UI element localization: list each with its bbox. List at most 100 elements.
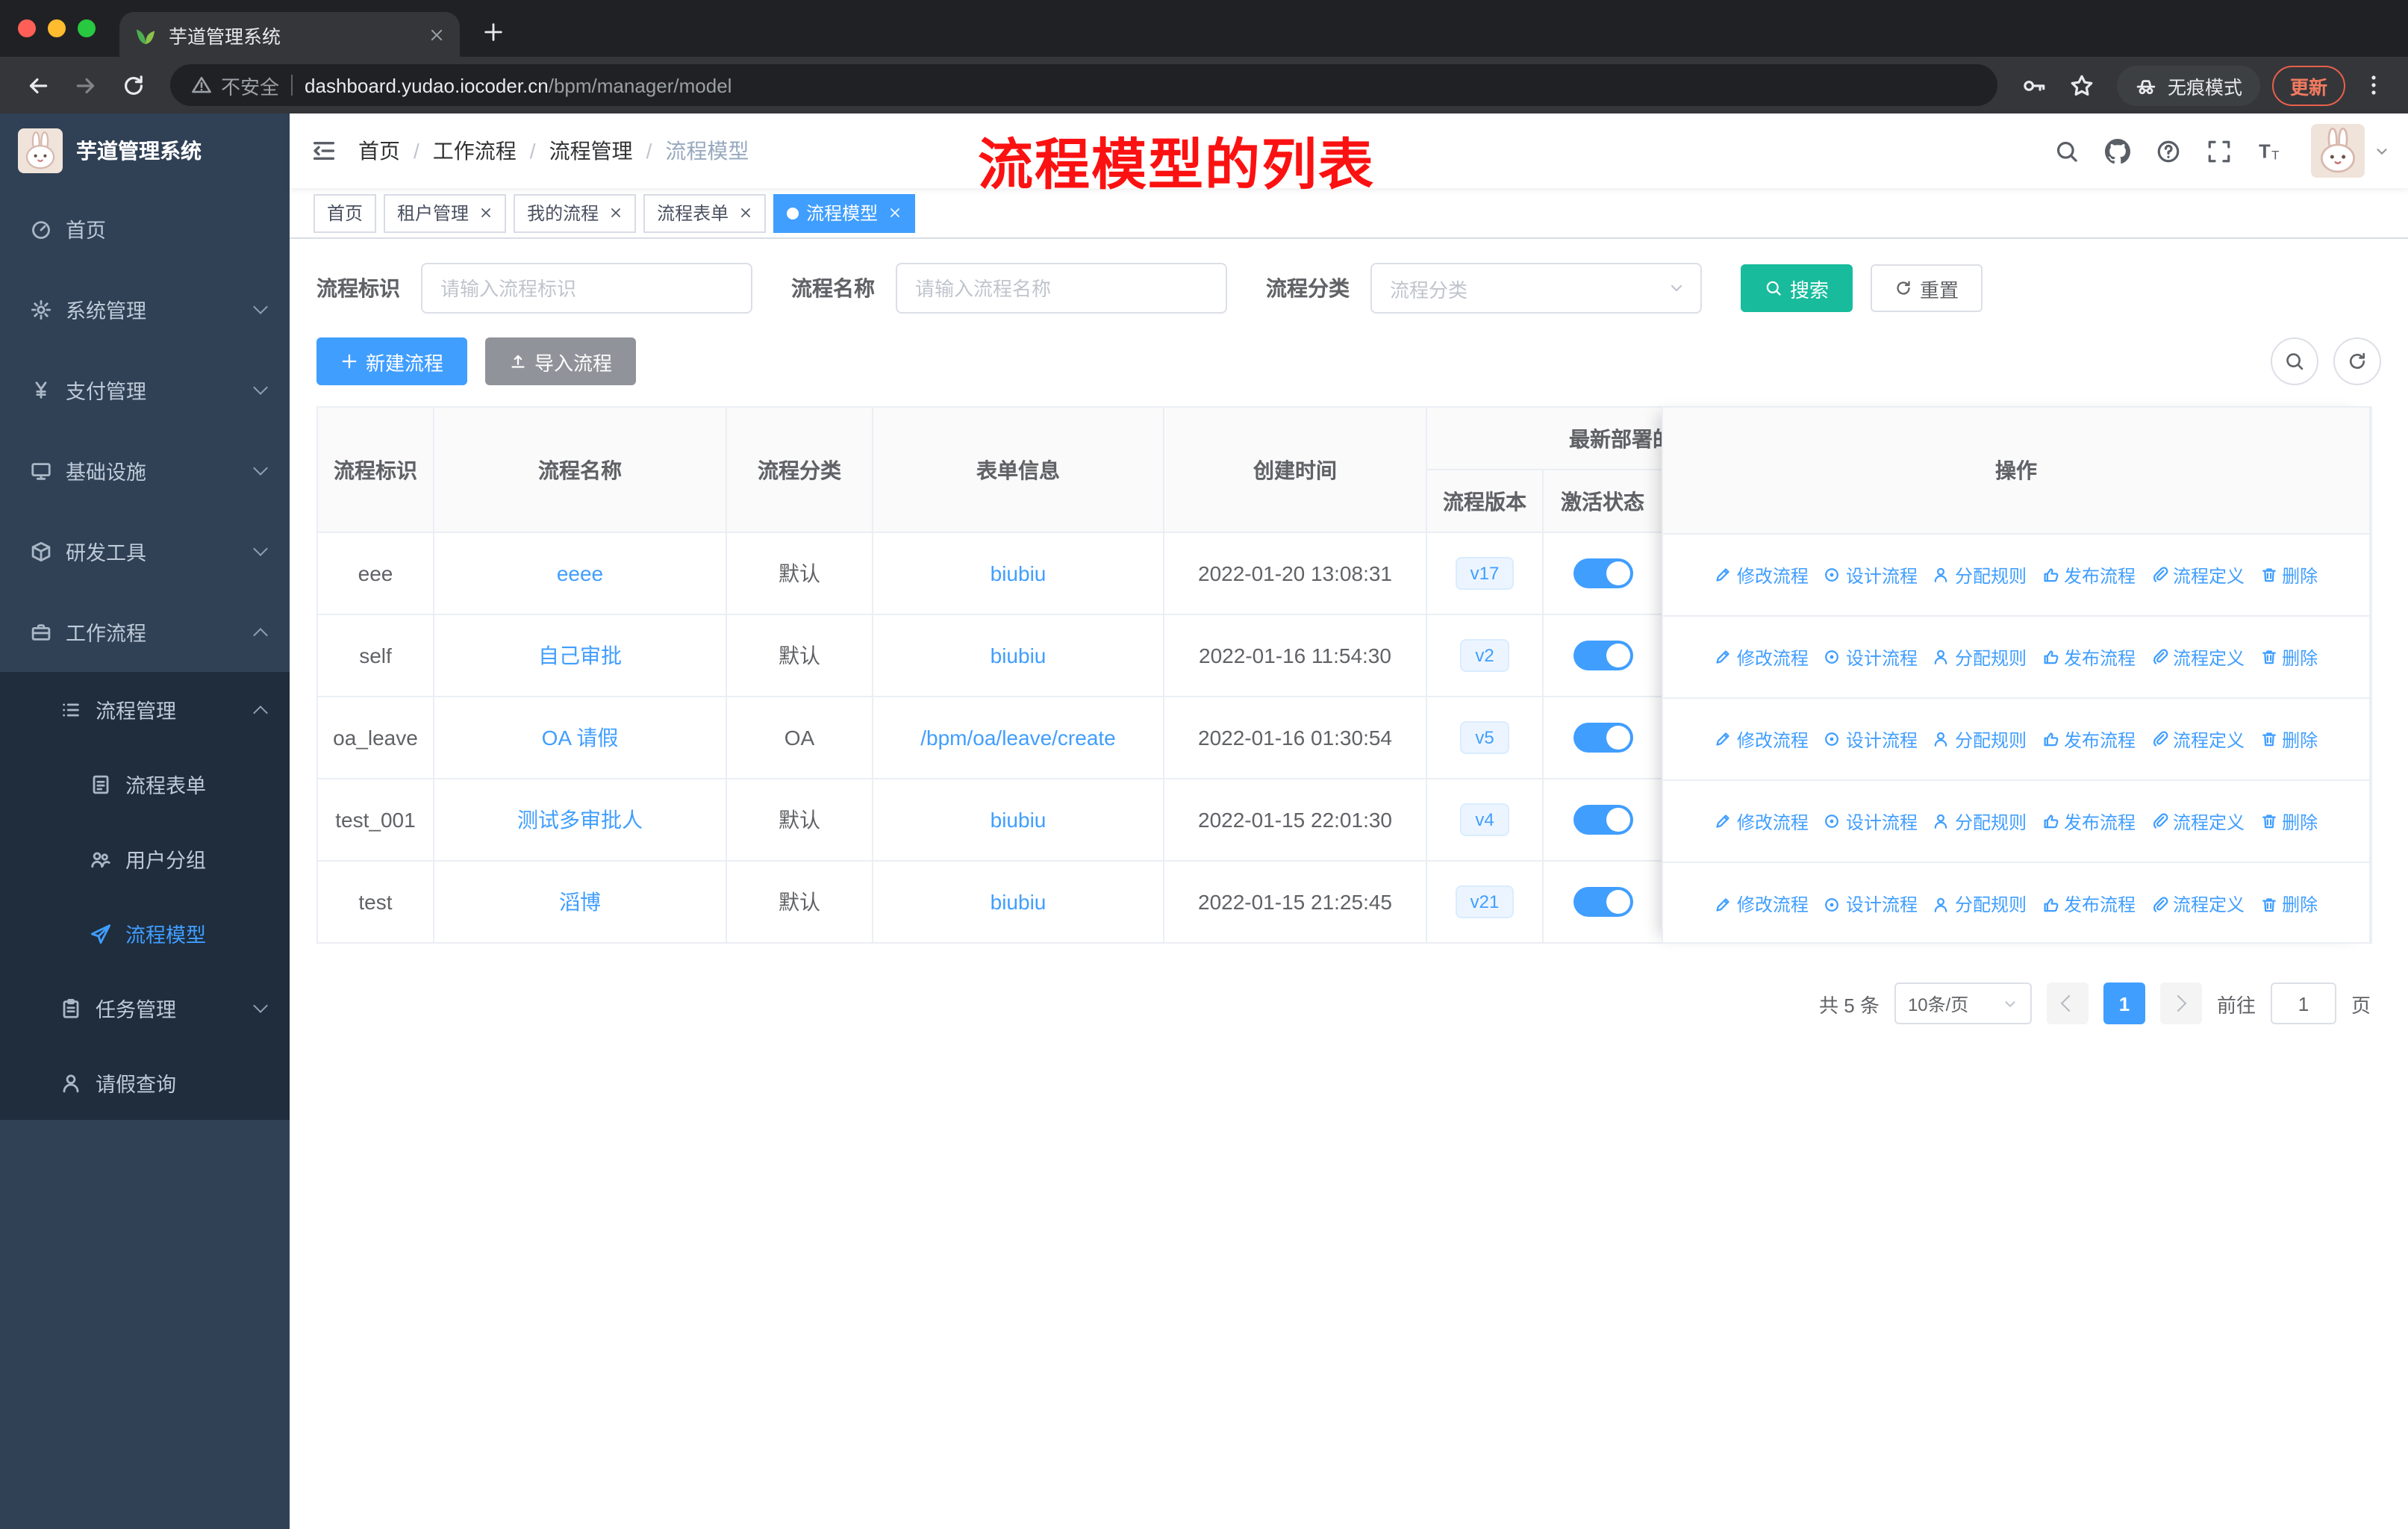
close-window-button[interactable]	[18, 19, 36, 37]
op-process-definition-link[interactable]: 流程定义	[2150, 644, 2245, 670]
process-name-link[interactable]: 自己审批	[538, 644, 622, 667]
form-link[interactable]: biubiu	[991, 561, 1047, 585]
op-process-definition-link[interactable]: 流程定义	[2150, 891, 2245, 917]
fullscreen-button[interactable]	[2195, 127, 2242, 175]
tag-close-icon[interactable]	[479, 206, 493, 219]
refresh-table-button[interactable]	[2333, 337, 2381, 385]
new-tab-button[interactable]	[472, 10, 514, 52]
sidebar-item-process-management[interactable]: 流程管理	[0, 672, 290, 747]
forward-button[interactable]	[63, 63, 107, 108]
sidebar-item-task-management[interactable]: 任务管理	[0, 971, 290, 1045]
op-publish-process-link[interactable]: 发布流程	[2042, 644, 2136, 670]
address-bar[interactable]: 不安全 dashboard.yudao.iocoder.cn/bpm/manag…	[170, 64, 1997, 106]
prev-page-button[interactable]	[2046, 983, 2089, 1024]
back-button[interactable]	[15, 63, 60, 108]
sidebar-item-payment[interactable]: 支付管理	[0, 349, 290, 430]
op-publish-process-link[interactable]: 发布流程	[2042, 726, 2136, 752]
browser-menu-button[interactable]	[2354, 66, 2393, 105]
user-avatar[interactable]	[2311, 124, 2365, 178]
tag-my-process[interactable]: 我的流程	[514, 193, 637, 232]
category-select[interactable]: 流程分类	[1370, 263, 1702, 314]
active-toggle[interactable]	[1573, 558, 1632, 588]
sidebar-item-devtools[interactable]: 研发工具	[0, 511, 290, 591]
sidebar-item-infrastructure[interactable]: 基础设施	[0, 430, 290, 511]
tag-process-form[interactable]: 流程表单	[643, 193, 767, 232]
op-modify-process-link[interactable]: 修改流程	[1715, 809, 1809, 834]
tag-process-model[interactable]: 流程模型	[773, 193, 916, 232]
process-key-input[interactable]	[421, 263, 752, 314]
op-design-process-link[interactable]: 设计流程	[1824, 891, 1918, 917]
search-button[interactable]: 搜索	[1741, 264, 1853, 312]
op-design-process-link[interactable]: 设计流程	[1824, 809, 1918, 834]
op-process-definition-link[interactable]: 流程定义	[2150, 809, 2245, 834]
op-publish-process-link[interactable]: 发布流程	[2042, 891, 2136, 917]
sidebar-item-home[interactable]: 首页	[0, 188, 290, 269]
op-delete-link[interactable]: 删除	[2259, 726, 2318, 752]
breadcrumb-item-process-management[interactable]: 流程管理	[549, 136, 633, 166]
font-size-button[interactable]: TT	[2245, 127, 2293, 175]
import-process-button[interactable]: 导入流程	[485, 337, 637, 385]
op-modify-process-link[interactable]: 修改流程	[1715, 562, 1809, 588]
form-link[interactable]: biubiu	[991, 890, 1047, 914]
op-design-process-link[interactable]: 设计流程	[1824, 644, 1918, 670]
security-indicator[interactable]: 不安全	[191, 71, 279, 99]
op-assign-rule-link[interactable]: 分配规则	[1933, 726, 2027, 752]
goto-page-input[interactable]	[2270, 983, 2336, 1024]
tag-tenant[interactable]: 租户管理	[384, 193, 507, 232]
breadcrumb-item-home[interactable]: 首页	[358, 136, 400, 166]
reload-button[interactable]	[110, 63, 155, 108]
sidebar-item-user-group[interactable]: 用户分组	[0, 821, 290, 896]
sidebar-item-leave-query[interactable]: 请假查询	[0, 1045, 290, 1120]
process-name-link[interactable]: eeee	[557, 561, 603, 585]
op-modify-process-link[interactable]: 修改流程	[1715, 891, 1809, 917]
sidebar-item-workflow[interactable]: 工作流程	[0, 591, 290, 672]
reset-button[interactable]: 重置	[1871, 264, 1983, 312]
help-button[interactable]	[2144, 127, 2192, 175]
op-design-process-link[interactable]: 设计流程	[1824, 562, 1918, 588]
process-name-link[interactable]: OA 请假	[542, 726, 619, 750]
process-name-link[interactable]: 测试多审批人	[517, 808, 643, 832]
op-assign-rule-link[interactable]: 分配规则	[1933, 644, 2027, 670]
op-assign-rule-link[interactable]: 分配规则	[1933, 891, 2027, 917]
op-process-definition-link[interactable]: 流程定义	[2150, 726, 2245, 752]
op-assign-rule-link[interactable]: 分配规则	[1933, 562, 2027, 588]
op-assign-rule-link[interactable]: 分配规则	[1933, 809, 2027, 834]
tag-home[interactable]: 首页	[314, 193, 377, 232]
browser-update-button[interactable]: 更新	[2271, 65, 2345, 105]
sidebar-toggle-button[interactable]	[290, 113, 358, 188]
tag-close-icon[interactable]	[609, 206, 623, 219]
browser-tab[interactable]: 芋道管理系统	[119, 12, 460, 57]
form-link[interactable]: biubiu	[991, 644, 1047, 667]
sidebar-item-system[interactable]: 系统管理	[0, 269, 290, 349]
tag-close-icon[interactable]	[888, 206, 902, 219]
active-toggle[interactable]	[1573, 641, 1632, 670]
op-delete-link[interactable]: 删除	[2259, 891, 2318, 917]
form-link[interactable]: biubiu	[991, 808, 1047, 832]
form-link[interactable]: /bpm/oa/leave/create	[920, 726, 1116, 750]
page-size-select[interactable]: 10条/页	[1894, 983, 2032, 1024]
op-process-definition-link[interactable]: 流程定义	[2150, 562, 2245, 588]
active-toggle[interactable]	[1573, 805, 1632, 835]
bookmark-star-button[interactable]	[2060, 63, 2105, 108]
active-toggle[interactable]	[1573, 887, 1632, 917]
breadcrumb-item-workflow[interactable]: 工作流程	[433, 136, 517, 166]
github-link[interactable]	[2093, 127, 2141, 175]
process-name-link[interactable]: 滔博	[559, 890, 601, 914]
password-key-button[interactable]	[2012, 63, 2057, 108]
op-modify-process-link[interactable]: 修改流程	[1715, 644, 1809, 670]
tab-close-icon[interactable]	[428, 26, 445, 43]
toggle-search-button[interactable]	[2271, 337, 2318, 385]
op-modify-process-link[interactable]: 修改流程	[1715, 726, 1809, 752]
app-logo[interactable]: 芋道管理系统	[0, 113, 290, 188]
op-publish-process-link[interactable]: 发布流程	[2042, 809, 2136, 834]
op-publish-process-link[interactable]: 发布流程	[2042, 562, 2136, 588]
op-design-process-link[interactable]: 设计流程	[1824, 726, 1918, 752]
sidebar-item-process-form[interactable]: 流程表单	[0, 747, 290, 821]
tag-close-icon[interactable]	[739, 206, 752, 219]
create-process-button[interactable]: 新建流程	[316, 337, 468, 385]
zoom-window-button[interactable]	[78, 19, 96, 37]
active-toggle[interactable]	[1573, 723, 1632, 753]
op-delete-link[interactable]: 删除	[2259, 562, 2318, 588]
sidebar-item-process-model[interactable]: 流程模型	[0, 896, 290, 971]
page-number-1[interactable]: 1	[2103, 983, 2145, 1024]
